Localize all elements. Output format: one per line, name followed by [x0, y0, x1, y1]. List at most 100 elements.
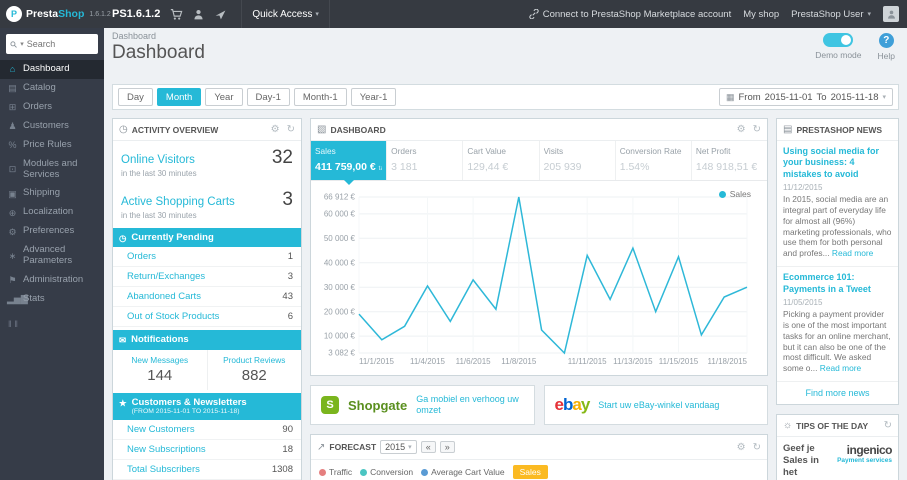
new-messages-cell[interactable]: New Messages 144	[113, 349, 208, 390]
prestashop-logo[interactable]: P PrestaShop 1.6.1.2	[0, 6, 111, 22]
marketplace-link[interactable]: Connect to PrestaShop Marketplace accoun…	[529, 9, 731, 20]
new-customers-row[interactable]: New Customers 90	[113, 420, 301, 441]
news-article-date: 11/12/2015	[783, 182, 823, 192]
prestashop-news-panel: ▤ PRESTASHOP NEWS Using social media for…	[776, 118, 899, 406]
advanced-parameters-icon: ∗	[8, 250, 17, 261]
ebay-ad[interactable]: ebay Start uw eBay-winkel vandaag	[543, 385, 768, 425]
gear-icon[interactable]: ⚙	[271, 124, 280, 135]
refresh-icon[interactable]: ↻	[753, 124, 761, 135]
gear-icon[interactable]: ⚙	[737, 124, 746, 135]
demo-mode-toggle[interactable]	[823, 33, 854, 47]
sidebar-item-dashboard[interactable]: ⌂ Dashboard	[0, 60, 104, 79]
ebay-link[interactable]: Start uw eBay-winkel vandaag	[598, 400, 719, 411]
kpi-visits[interactable]: Visits 205 939	[540, 141, 616, 180]
product-reviews-cell[interactable]: Product Reviews 882	[208, 350, 302, 390]
forecast-next-button[interactable]: »	[439, 441, 455, 453]
read-more-link[interactable]: Read more	[832, 248, 873, 258]
sidebar-item-customers[interactable]: ♟ Customers	[0, 117, 104, 136]
sidebar-item-preferences[interactable]: ⚙ Preferences	[0, 222, 104, 241]
shop-name-link[interactable]: PS1.6.1.2	[112, 8, 160, 20]
abandoned-carts-row[interactable]: Abandoned Carts 43	[113, 287, 301, 308]
kpi-conversion-rate[interactable]: Conversion Rate 1.54%	[616, 141, 692, 180]
filter-month-1-button[interactable]: Month-1	[293, 88, 347, 106]
forecast-year-select[interactable]: 2015 ▾	[380, 440, 417, 454]
calendar-icon: ▦	[725, 91, 735, 102]
dashboard-panel-title: DASHBOARD	[330, 124, 386, 135]
sidebar-item-administration[interactable]: ⚑ Administration	[0, 271, 104, 290]
svg-text:11/15/2015: 11/15/2015	[659, 357, 699, 366]
total-subscribers-row[interactable]: Total Subscribers 1308	[113, 460, 301, 480]
sidebar-item-advanced-parameters[interactable]: ∗ Advanced Parameters	[0, 241, 104, 271]
sidebar-item-shipping[interactable]: ▣ Shipping	[0, 184, 104, 203]
date-range-picker[interactable]: ▦ From 2015-11-01 To 2015-11-18 ▾	[718, 88, 893, 106]
sidebar-item-localization[interactable]: ⊕ Localization	[0, 203, 104, 222]
new-subscriptions-row[interactable]: New Subscriptions 18	[113, 440, 301, 461]
topbar-right: Connect to PrestaShop Marketplace accoun…	[529, 6, 907, 22]
pending-returns-row[interactable]: Return/Exchanges 3	[113, 267, 301, 288]
shopgate-ad[interactable]: S Shopgate Ga mobiel en verhoog uw omzet	[310, 385, 535, 425]
online-visitors-row[interactable]: Online Visitors 32	[113, 141, 301, 169]
my-shop-link[interactable]: My shop	[743, 9, 779, 20]
read-more-link[interactable]: Read more	[820, 363, 861, 373]
news-article: Using social media for your business: 4 …	[777, 141, 898, 268]
svg-text:10 000 €: 10 000 €	[324, 332, 356, 341]
sidebar-item-modules[interactable]: ⊡ Modules and Services	[0, 155, 104, 185]
traffic-dot	[319, 468, 326, 476]
find-more-news-link[interactable]: Find more news	[777, 381, 898, 404]
forecast-legend-traffic[interactable]: Traffic	[319, 467, 352, 477]
forecast-legend-conversion[interactable]: Conversion	[360, 467, 413, 477]
gear-icon[interactable]: ⚙	[737, 442, 746, 453]
news-article-excerpt: Picking a payment provider is one of the…	[783, 308, 891, 374]
notifications-section-header: ✉ Notifications	[113, 330, 301, 350]
filter-day-1-button[interactable]: Day-1	[246, 88, 290, 106]
help-icon[interactable]: ?	[878, 33, 894, 48]
kpi-net-profit[interactable]: Net Profit 148 918,51 €	[692, 141, 767, 180]
cart-icon[interactable]	[170, 8, 183, 21]
kpi-cart-value[interactable]: Cart Value 129,44 €	[463, 141, 540, 180]
quick-access-menu[interactable]: Quick Access ▾	[241, 0, 330, 28]
breadcrumb[interactable]: Dashboard	[112, 31, 205, 41]
shipping-icon: ▣	[8, 188, 17, 199]
filter-month-button[interactable]: Month	[156, 88, 202, 106]
sidebar-item-price-rules[interactable]: % Price Rules	[0, 136, 104, 155]
user-menu[interactable]: PrestaShop User ▾	[791, 9, 871, 20]
filter-year-button[interactable]: Year	[205, 88, 243, 106]
star-icon: ★	[119, 397, 127, 408]
sidebar-item-catalog[interactable]: ▤ Catalog	[0, 79, 104, 98]
filter-day-button[interactable]: Day	[118, 88, 153, 106]
pending-orders-row[interactable]: Orders 1	[113, 247, 301, 268]
chart-legend[interactable]: Sales	[718, 189, 751, 199]
forecast-legend-average-cart-value[interactable]: Average Cart Value	[421, 467, 505, 477]
sidebar-collapse-icon[interactable]: ‖ ‖	[0, 309, 104, 339]
tips-heading: Geef je Sales in het buitenland een Boos…	[783, 443, 831, 480]
out-of-stock-row[interactable]: Out of Stock Products 6	[113, 307, 301, 328]
active-carts-sub: in the last 30 minutes	[121, 211, 197, 220]
active-carts-row[interactable]: Active Shopping Carts 3	[113, 183, 301, 211]
forecast-legend-sales[interactable]: Sales	[512, 465, 548, 479]
news-article-title[interactable]: Using social media for your business: 4 …	[783, 146, 892, 180]
price-rules-icon: %	[8, 139, 17, 150]
sidebar-item-orders[interactable]: ⊞ Orders	[0, 98, 104, 117]
search-scope-caret[interactable]: ▾	[20, 40, 24, 48]
sidebar-item-stats[interactable]: ▂▅▇ Stats	[0, 290, 104, 309]
news-article-title[interactable]: Ecommerce 101: Payments in a Tweet	[783, 272, 892, 295]
sidebar-search[interactable]: ▾	[6, 34, 98, 54]
forecast-prev-button[interactable]: «	[420, 441, 436, 453]
kpi-orders[interactable]: Orders 3 181	[387, 141, 464, 180]
refresh-icon[interactable]: ↻	[287, 124, 295, 135]
shopgate-logo-text: Shopgate	[348, 397, 408, 413]
avatar[interactable]	[883, 6, 899, 22]
shopgate-link[interactable]: Ga mobiel en verhoog uw omzet	[416, 394, 523, 416]
rocket-icon[interactable]	[214, 8, 227, 21]
topbar: P PrestaShop 1.6.1.2 PS1.6.1.2 Quick Acc…	[0, 0, 907, 28]
svg-text:40 000 €: 40 000 €	[324, 258, 356, 267]
clock-icon: ◷	[119, 233, 127, 243]
svg-text:11/13/2015: 11/13/2015	[613, 357, 653, 366]
ebay-logo: ebay	[554, 395, 591, 414]
kpi-sales[interactable]: Sales 411 759,00 € tax excl.	[311, 141, 388, 185]
refresh-icon[interactable]: ↻	[753, 442, 761, 453]
search-input[interactable]	[26, 39, 94, 49]
profile-icon[interactable]	[192, 8, 205, 21]
refresh-icon[interactable]: ↻	[884, 420, 892, 431]
filter-year-1-button[interactable]: Year-1	[350, 88, 397, 106]
